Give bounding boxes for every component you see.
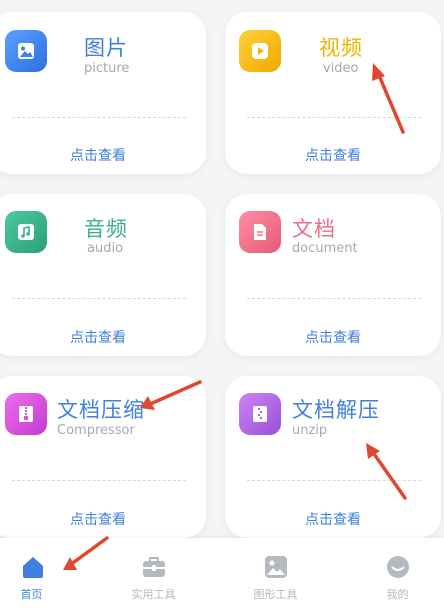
card-subtitle: document xyxy=(292,241,358,256)
nav-profile[interactable]: 我的 xyxy=(342,538,444,608)
divider xyxy=(12,298,186,299)
nav-label: 图形工具 xyxy=(253,588,298,601)
card-video[interactable]: 视频 video 点击查看 xyxy=(225,12,441,174)
divider xyxy=(247,117,421,118)
divider xyxy=(247,298,421,299)
card-subtitle: video xyxy=(323,61,359,76)
card-title: 文档压缩 xyxy=(57,398,145,422)
image-tool-icon xyxy=(265,556,287,578)
view-link[interactable]: 点击查看 xyxy=(0,327,206,347)
nav-toolbox[interactable]: 实用工具 xyxy=(98,538,209,608)
toolbox-icon xyxy=(143,557,165,577)
nav-label: 我的 xyxy=(386,588,409,601)
card-subtitle: unzip xyxy=(292,423,328,438)
card-title: 文档解压 xyxy=(292,398,380,422)
nav-label: 首页 xyxy=(20,588,43,601)
card-picture[interactable]: 图片 picture 点击查看 xyxy=(0,12,206,174)
card-title: 视频 xyxy=(319,36,363,60)
view-link[interactable]: 点击查看 xyxy=(225,327,441,347)
card-audio[interactable]: 音频 audio 点击查看 xyxy=(0,194,206,356)
bottom-nav: 首页 实用工具 图形工具 我的 xyxy=(0,538,444,608)
view-link[interactable]: 点击查看 xyxy=(225,145,441,165)
zip-icon xyxy=(5,393,47,435)
card-unzip[interactable]: 文档解压 unzip 点击查看 xyxy=(225,376,441,538)
nav-home[interactable]: 首页 xyxy=(0,538,87,608)
picture-icon xyxy=(5,30,47,72)
card-title: 音频 xyxy=(84,217,128,241)
divider xyxy=(12,480,186,481)
view-link[interactable]: 点击查看 xyxy=(0,509,206,529)
nav-image-tools[interactable]: 图形工具 xyxy=(220,538,331,608)
card-subtitle: audio xyxy=(87,241,124,256)
card-title: 文档 xyxy=(292,217,336,241)
card-document[interactable]: 文档 document 点击查看 xyxy=(225,194,441,356)
nav-label: 实用工具 xyxy=(131,588,176,601)
card-subtitle: picture xyxy=(84,61,130,76)
card-compressor[interactable]: 文档压缩 Compressor 点击查看 xyxy=(0,376,206,538)
view-link[interactable]: 点击查看 xyxy=(0,145,206,165)
card-subtitle: Compressor xyxy=(57,423,135,438)
divider xyxy=(12,117,186,118)
home-icon xyxy=(23,557,43,578)
music-icon xyxy=(5,211,47,253)
document-icon xyxy=(239,211,281,253)
divider xyxy=(247,480,421,481)
view-link[interactable]: 点击查看 xyxy=(225,509,441,529)
profile-icon xyxy=(387,556,409,578)
card-title: 图片 xyxy=(84,36,128,60)
unzip-icon xyxy=(239,393,281,435)
video-icon xyxy=(239,30,281,72)
